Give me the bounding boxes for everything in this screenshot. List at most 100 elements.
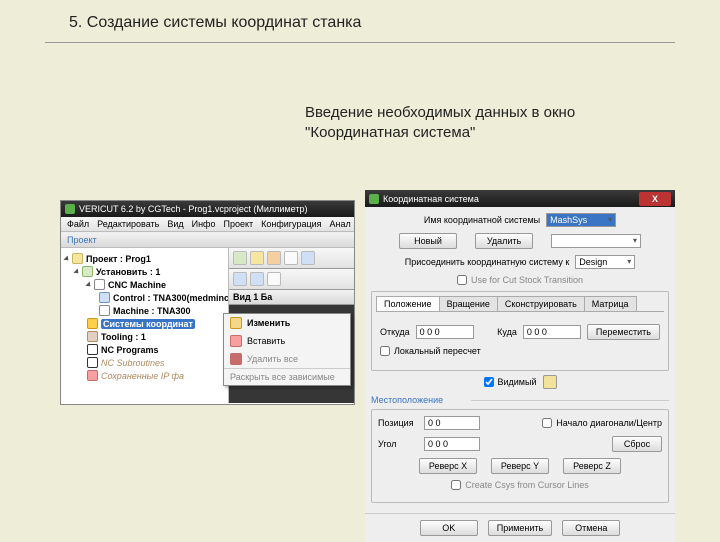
dialog-title: Координатная система <box>383 194 479 204</box>
delete-icon <box>230 353 242 365</box>
tool-icon[interactable] <box>233 272 247 286</box>
machine-icon <box>99 305 110 316</box>
panel-header-project: Проект <box>61 232 354 248</box>
input-to[interactable]: 0 0 0 <box>523 325 581 339</box>
tool-icon[interactable] <box>267 272 281 286</box>
dialog-titlebar: Координатная система X <box>365 190 675 207</box>
tab-matrix[interactable]: Матрица <box>584 296 637 311</box>
tool-icon[interactable] <box>250 251 264 265</box>
tree-cnc[interactable]: CNC Machine <box>108 280 166 290</box>
label-from: Откуда <box>380 327 410 337</box>
context-menu: Изменить Вставить Удалить все Раскрыть в… <box>223 313 351 386</box>
app-icon <box>369 194 379 204</box>
label-to: Куда <box>497 327 517 337</box>
reverse-y-button[interactable]: Реверс Y <box>491 458 549 474</box>
view-toolbar-1 <box>229 248 354 269</box>
menu-view[interactable]: Вид <box>167 219 183 229</box>
app-icon <box>65 204 75 214</box>
apply-button[interactable]: Применить <box>488 520 553 536</box>
input-angle[interactable]: 0 0 0 <box>424 437 480 451</box>
ctx-delete-all[interactable]: Удалить все <box>224 350 350 368</box>
tool-icon[interactable] <box>267 251 281 265</box>
new-button[interactable]: Новый <box>399 233 457 249</box>
saved-icon <box>87 370 98 381</box>
csys-icon <box>87 318 98 329</box>
view-tab[interactable]: Вид 1 Ба <box>229 290 354 305</box>
project-tree[interactable]: Проект : Prog1 Установить : 1 CNC Machin… <box>61 248 229 403</box>
slide-subtitle: Введение необходимых данных в окно "Коор… <box>305 103 675 142</box>
menu-edit[interactable]: Редактировать <box>97 219 159 229</box>
tool-icon[interactable] <box>284 251 298 265</box>
ok-button[interactable]: OK <box>420 520 478 536</box>
machine-icon <box>94 279 105 290</box>
app-title: VERICUT 6.2 by CGTech - Prog1.vcproject … <box>79 204 307 214</box>
ncprograms-icon <box>87 344 98 355</box>
checkbox-create-csys-cursor[interactable]: Create Csys from Cursor Lines <box>451 480 589 490</box>
label-attach-to: Присоединить координатную систему к <box>405 257 570 267</box>
tree-setup[interactable]: Установить : 1 <box>96 267 160 277</box>
expand-icon[interactable] <box>85 281 92 288</box>
go-button[interactable]: Переместить <box>587 324 660 340</box>
expand-icon[interactable] <box>63 255 70 262</box>
menu-project[interactable]: Проект <box>223 219 253 229</box>
insert-icon <box>230 335 242 347</box>
tool-icon[interactable] <box>301 251 315 265</box>
edit-icon <box>230 317 242 329</box>
dropdown-attach-to[interactable]: Design <box>575 255 635 269</box>
checkbox-relative[interactable]: Локальный пересчет <box>380 346 481 356</box>
tree-saved[interactable]: Сохраненные IP фа <box>101 371 184 381</box>
tab-construct[interactable]: Сконструировать <box>497 296 585 311</box>
menu-info[interactable]: Инфо <box>192 219 216 229</box>
tool-icon[interactable] <box>250 272 264 286</box>
checkbox-reverse-mode[interactable]: Начало диагонали/Центр <box>542 418 662 428</box>
tree-csys-selected[interactable]: Системы координат <box>101 319 195 329</box>
dialog-coordinate-system: Координатная система X Имя координатной … <box>365 190 675 524</box>
titlebar: VERICUT 6.2 by CGTech - Prog1.vcproject … <box>61 201 354 217</box>
delete-button[interactable]: Удалить <box>475 233 533 249</box>
dropdown-extra[interactable] <box>551 234 641 248</box>
dialog-footer: OK Применить Отмена <box>365 513 675 542</box>
tabs: Положение Вращение Сконструировать Матри… <box>376 296 664 312</box>
tree-project[interactable]: Проект : Prog1 <box>86 254 151 264</box>
reverse-z-button[interactable]: Реверс Z <box>563 458 621 474</box>
reset-button[interactable]: Сброс <box>612 436 662 452</box>
cancel-button[interactable]: Отмена <box>562 520 620 536</box>
close-button[interactable]: X <box>639 192 671 206</box>
reverse-x-button[interactable]: Реверс X <box>419 458 477 474</box>
ctx-insert[interactable]: Вставить <box>224 332 350 350</box>
input-from[interactable]: 0 0 0 <box>416 325 474 339</box>
project-icon <box>72 253 83 264</box>
control-icon <box>99 292 110 303</box>
checkbox-cut-stock-transition[interactable]: Use for Cut Stock Transition <box>457 275 583 285</box>
tool-icon[interactable] <box>233 251 247 265</box>
expand-icon[interactable] <box>73 268 80 275</box>
label-angle: Угол <box>378 439 418 449</box>
tooling-icon <box>87 331 98 342</box>
tree-tooling[interactable]: Tooling : 1 <box>101 332 146 342</box>
ncsub-icon <box>87 357 98 368</box>
menu-file[interactable]: Файл <box>67 219 89 229</box>
tree-ncprograms[interactable]: NC Programs <box>101 345 159 355</box>
tree-control[interactable]: Control : TNA300(medmincnc) <box>113 293 229 303</box>
section-location: Местоположение <box>371 395 669 405</box>
color-swatch[interactable] <box>543 375 557 389</box>
menu-analysis[interactable]: Анал <box>330 219 351 229</box>
divider <box>45 42 675 43</box>
setup-icon <box>82 266 93 277</box>
checkbox-visible[interactable]: Видимый <box>484 377 537 387</box>
screenshot-vericut: VERICUT 6.2 by CGTech - Prog1.vcproject … <box>60 200 355 405</box>
ctx-edit[interactable]: Изменить <box>224 314 350 332</box>
menubar: Файл Редактировать Вид Инфо Проект Конфи… <box>61 217 354 232</box>
view-toolbar-2 <box>229 269 354 290</box>
slide-title: 5. Создание системы координат станка <box>45 10 675 42</box>
input-position[interactable]: 0 0 <box>424 416 480 430</box>
tree-machine[interactable]: Machine : TNA300 <box>113 306 191 316</box>
dropdown-csname[interactable]: MashSys <box>546 213 616 227</box>
tab-position[interactable]: Положение <box>376 296 440 311</box>
ctx-expand-deps[interactable]: Раскрыть все зависимые <box>224 368 350 385</box>
label-csname: Имя координатной системы <box>424 215 540 225</box>
tab-rotation[interactable]: Вращение <box>439 296 498 311</box>
menu-config[interactable]: Конфигурация <box>261 219 321 229</box>
tree-ncsub[interactable]: NC Subroutines <box>101 358 165 368</box>
label-position: Позиция <box>378 418 418 428</box>
